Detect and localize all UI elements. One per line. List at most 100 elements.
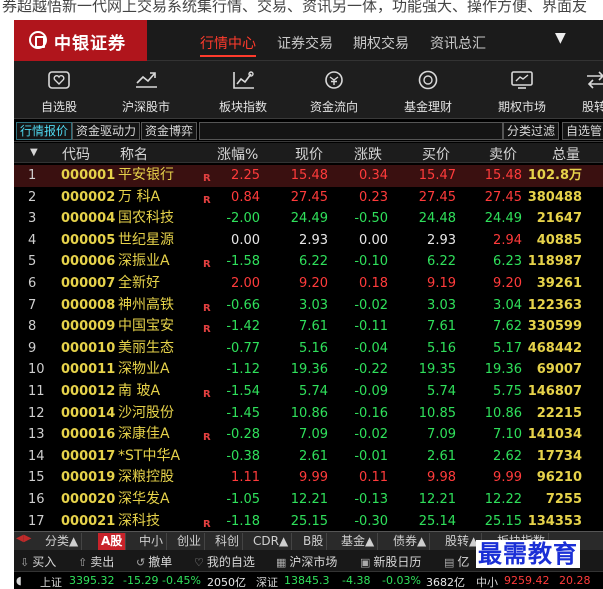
change-pct: 2.00 (231, 276, 260, 291)
price: 7.09 (299, 427, 328, 443)
nav-news-digest[interactable]: 资讯总汇 (430, 33, 486, 53)
col-price[interactable]: 现价 (295, 144, 323, 164)
change: -0.04 (354, 340, 388, 356)
table-row[interactable]: 15 000019 深粮控股 1.11 9.99 0.11 9.98 9.99 96210 (14, 467, 603, 489)
nav-securities-trading[interactable]: 证券交易 (277, 33, 333, 53)
action-sell[interactable]: ⇧ 卖出 (78, 553, 114, 570)
table-row[interactable]: 7 000008 神州高铁 R -0.66 3.03 -0.02 3.03 3.04 122363 (14, 295, 603, 317)
change: -0.16 (354, 405, 388, 421)
col-volume[interactable]: 总量 (552, 144, 580, 164)
bid-price: 9.19 (427, 276, 456, 291)
table-row[interactable]: 2 000002 万 科A R 0.84 27.45 0.23 27.45 27.45 38048… (14, 187, 603, 209)
volume: 146807 (527, 384, 582, 399)
action-label: 亿 (457, 555, 470, 569)
bid-price: 27.45 (418, 189, 456, 205)
btab-sme[interactable]: 中小 (136, 533, 168, 550)
action-my-favorites[interactable]: ♡ 我的自选 (194, 553, 255, 570)
sh-index-label: 上证 (40, 576, 62, 589)
toolbar-share-transfer[interactable]: 股转 (582, 61, 603, 119)
ask-price: 7.62 (493, 319, 522, 335)
stock-code: 000006 (61, 254, 116, 270)
table-row[interactable]: 3 000004 国农科技 -2.00 24.49 -0.50 24.48 24.49 2164… (14, 208, 603, 230)
action-buy[interactable]: ⇩ 买入 (20, 553, 56, 570)
toolbar-label: 自选股 (40, 100, 77, 114)
bid-price: 5.16 (427, 340, 456, 356)
btab-category[interactable]: 分类▲ (42, 533, 83, 550)
volume: 40885 (536, 232, 582, 248)
col-change-pct[interactable]: 涨幅% (217, 144, 258, 164)
table-row[interactable]: 10 000011 深物业A -1.12 19.36 -0.22 19.35 19.36 690… (14, 359, 603, 381)
btab-chinext[interactable]: 创业 (174, 533, 206, 550)
table-row[interactable]: 13 000016 深康佳A R -0.28 7.09 -0.02 7.09 7.10 14103… (14, 424, 603, 446)
volume: 122363 (527, 297, 582, 313)
volume: 380488 (527, 189, 582, 205)
toolbar-watchlist[interactable]: 自选股 (28, 61, 90, 119)
table-row[interactable]: 9 000010 美丽生态 -0.77 5.16 -0.04 5.16 5.17 468442 (14, 338, 603, 360)
toolbar-shsz-market[interactable]: 沪深股市 (112, 61, 180, 119)
toolbar-sector-index[interactable]: 板块指数 (209, 61, 277, 119)
btab-cdr[interactable]: CDR▲ (250, 533, 293, 550)
action-cancel-order[interactable]: ↺ 撤单 (136, 553, 172, 570)
table-row[interactable]: 1 000001 平安银行 R 2.25 15.48 0.34 15.47 15.48 102.8… (14, 165, 603, 187)
price: 25.15 (290, 513, 328, 529)
sh-index-change: -15.29 (123, 574, 159, 587)
table-row[interactable]: 4 000005 世纪星源 0.00 2.93 0.00 2.93 2.94 40885 (14, 230, 603, 252)
ask-price: 9.20 (493, 276, 522, 291)
favorites-icon: ♡ (194, 556, 204, 569)
buy-icon: ⇩ (20, 556, 30, 569)
table-row[interactable]: 11 000012 南 玻A R -1.54 5.74 -0.09 5.74 5.75 14680… (14, 381, 603, 403)
stock-code: 000014 (61, 405, 116, 421)
change: 0.11 (359, 470, 388, 486)
stock-name: 美丽生态 (118, 339, 174, 356)
change-pct: -2.00 (226, 211, 260, 227)
price: 3.03 (299, 297, 328, 313)
table-row[interactable]: 16 000020 深华发A -1.05 12.21 -0.13 12.21 12.22 725… (14, 489, 603, 511)
subtab-capital-game[interactable]: 资金博弈 (141, 122, 198, 140)
stock-code: 000020 (61, 492, 116, 507)
col-ask[interactable]: 卖价 (489, 144, 517, 164)
btab-b-shares[interactable]: B股 (300, 533, 328, 550)
toolbar-capital-flow[interactable]: 资金流向 (300, 61, 368, 119)
nav-options-trading[interactable]: 期权交易 (353, 33, 409, 53)
sort-down-icon[interactable]: ▼ (30, 147, 38, 158)
col-code[interactable]: 代码 (62, 144, 90, 164)
cancel-order-icon: ↺ (136, 556, 146, 569)
action-shsz-market[interactable]: ▦ 沪深市场 (276, 553, 337, 570)
row-index: 5 (28, 254, 37, 270)
btab-funds[interactable]: 基金▲ (338, 533, 379, 550)
subtab-capital-drive[interactable]: 资金驱动力 (72, 122, 141, 140)
btab-star[interactable]: 科创 (212, 533, 244, 550)
table-row[interactable]: 17 000021 深科技 R -1.18 25.15 -0.30 25.14 25.15 134… (14, 511, 603, 533)
bid-price: 25.14 (418, 513, 456, 529)
stock-code: 000010 (61, 340, 116, 356)
col-change[interactable]: 涨跌 (354, 144, 382, 164)
change-pct: 0.00 (231, 232, 260, 248)
btab-bonds[interactable]: 债券▲ (390, 533, 431, 550)
menu-dropdown-icon[interactable]: ▼ (555, 30, 566, 46)
table-row[interactable]: 5 000006 深振业A R -1.58 6.22 -0.10 6.22 6.23 118987 (14, 251, 603, 273)
subtab-quotes[interactable]: 行情报价 (16, 122, 73, 140)
table-row[interactable]: 12 000014 沙河股份 -1.45 10.86 -0.16 10.85 10.86 222… (14, 403, 603, 425)
row-index: 8 (28, 319, 37, 335)
speaker-icon[interactable]: ◖ (16, 574, 22, 587)
subtab-category-filter[interactable]: 分类过滤 (503, 122, 560, 140)
toolbar-options-market[interactable]: 期权市场 (488, 61, 556, 119)
col-name[interactable]: 称名 (120, 144, 148, 164)
change: 0.00 (359, 232, 388, 248)
nav-market-center[interactable]: 行情中心 (200, 33, 256, 53)
table-row[interactable]: 14 000017 *ST中华A -0.38 2.61 -0.01 2.61 2.62 1773… (14, 446, 603, 468)
toolbar-fund-finance[interactable]: 基金理财 (394, 61, 462, 119)
stock-code: 000017 (61, 448, 116, 464)
table-row[interactable]: 8 000009 中国宝安 R -1.42 7.61 -0.11 7.61 7.62 330599 (14, 316, 603, 338)
action-ipo-calendar[interactable]: ▣ 新股日历 (360, 553, 421, 570)
stock-code: 000009 (61, 319, 116, 335)
col-bid[interactable]: 买价 (422, 144, 450, 164)
subtab-watchlist-manage[interactable]: 自选管 (562, 122, 603, 140)
table-row[interactable]: 6 000007 全新好 2.00 9.20 0.18 9.19 9.20 39261 (14, 273, 603, 295)
action-more[interactable]: ▤ 亿 (444, 553, 469, 570)
stock-name: 万 科A (118, 188, 161, 205)
price: 7.61 (299, 319, 328, 335)
btab-a-shares[interactable]: A股 (98, 533, 127, 550)
subtab-spacer (199, 122, 503, 140)
tab-scroll-arrows-icon[interactable]: ◀▶ (16, 533, 31, 544)
